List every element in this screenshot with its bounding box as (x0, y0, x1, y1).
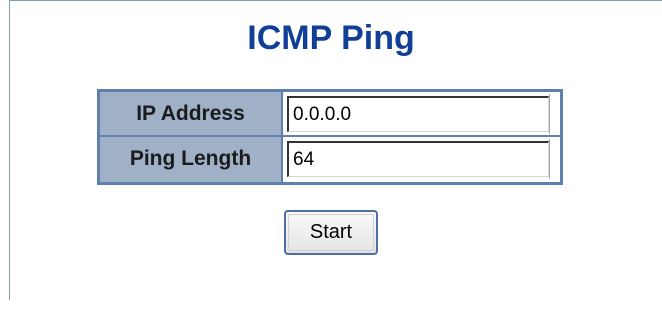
page-frame: ICMP Ping IP Address Ping Length Start (0, 0, 662, 311)
cell-divider (549, 139, 550, 179)
ping-length-row: Ping Length (100, 137, 560, 182)
ping-config-table: IP Address Ping Length (97, 89, 563, 185)
ip-address-input[interactable] (287, 96, 549, 132)
start-button[interactable]: Start (284, 210, 378, 255)
start-button-label: Start (288, 214, 374, 251)
ping-length-input[interactable] (287, 141, 549, 177)
cell-divider (549, 94, 550, 134)
ip-address-cell (283, 92, 560, 137)
ip-address-row: IP Address (100, 92, 560, 137)
page-title: ICMP Ping (247, 19, 415, 57)
ip-address-label: IP Address (100, 92, 283, 137)
frame-top-border (9, 0, 662, 1)
ping-length-cell (283, 137, 560, 182)
ping-length-label: Ping Length (100, 137, 283, 182)
